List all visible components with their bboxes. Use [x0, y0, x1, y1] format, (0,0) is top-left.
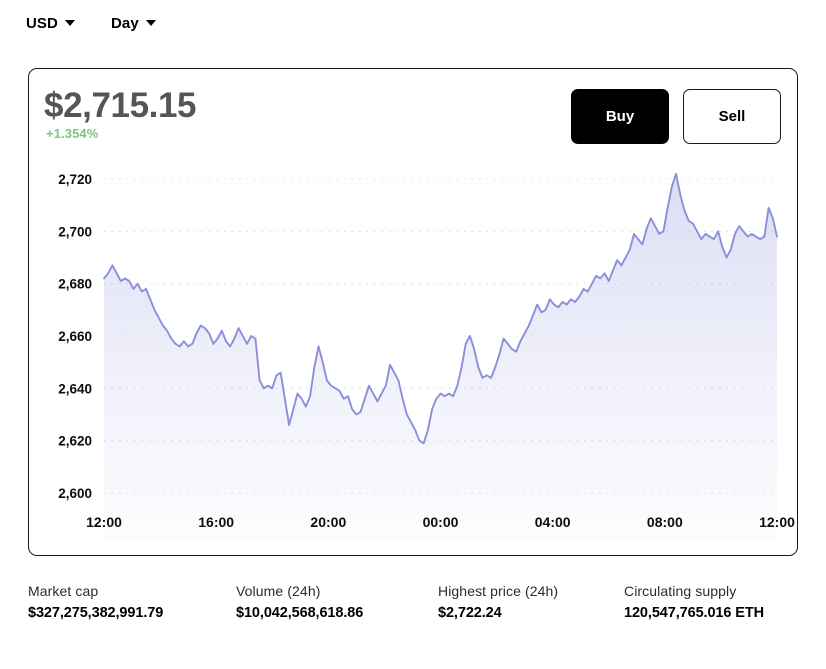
- x-axis-tick-label: 12:00: [759, 514, 795, 530]
- chart-area-fill: [104, 174, 777, 541]
- chevron-down-icon: [146, 20, 156, 26]
- buy-button[interactable]: Buy: [571, 89, 669, 144]
- stat-value: 120,547,765.016 ETH: [624, 605, 798, 621]
- chevron-down-icon: [65, 20, 75, 26]
- chart-y-axis-labels: 2,720 2,700 2,680 2,660 2,640 2,620 2,600: [58, 172, 92, 501]
- stat-label: Highest price (24h): [438, 583, 624, 599]
- y-axis-tick-label: 2,640: [58, 381, 92, 396]
- stat-market-cap: Market cap $327,275,382,991.79: [28, 583, 236, 621]
- trade-actions: Buy Sell: [571, 89, 781, 144]
- market-stats: Market cap $327,275,382,991.79 Volume (2…: [28, 583, 798, 621]
- price-change-percent: +1.354%: [46, 126, 98, 141]
- x-axis-tick-label: 00:00: [423, 514, 459, 530]
- y-axis-tick-label: 2,660: [58, 329, 92, 344]
- stat-value: $10,042,568,618.86: [236, 605, 438, 621]
- y-axis-tick-label: 2,720: [58, 172, 92, 187]
- interval-selector[interactable]: Day: [111, 15, 156, 32]
- x-axis-tick-label: 12:00: [86, 514, 122, 530]
- stat-label: Circulating supply: [624, 583, 798, 599]
- x-axis-tick-label: 04:00: [535, 514, 571, 530]
- stat-value: $327,275,382,991.79: [28, 605, 236, 621]
- current-price: $2,715.15: [44, 86, 196, 126]
- sell-button[interactable]: Sell: [683, 89, 781, 144]
- y-axis-tick-label: 2,700: [58, 224, 92, 239]
- card-header: $2,715.15 +1.354% Buy Sell: [29, 69, 797, 165]
- interval-selector-label: Day: [111, 15, 139, 32]
- stat-label: Volume (24h): [236, 583, 438, 599]
- price-chart-svg[interactable]: 2,720 2,700 2,680 2,660 2,640 2,620 2,600 12:0…: [29, 165, 797, 555]
- y-axis-tick-label: 2,680: [58, 277, 92, 292]
- stat-label: Market cap: [28, 583, 236, 599]
- top-toolbar: USD Day: [0, 0, 826, 46]
- stat-value: $2,722.24: [438, 605, 624, 621]
- currency-selector-label: USD: [26, 15, 58, 32]
- stat-circulating-supply: Circulating supply 120,547,765.016 ETH: [624, 583, 798, 621]
- price-chart-card: $2,715.15 +1.354% Buy Sell 2,720 2,700 2,6…: [28, 68, 798, 556]
- y-axis-tick-label: 2,600: [58, 486, 92, 501]
- stat-highest-price-24h: Highest price (24h) $2,722.24: [438, 583, 624, 621]
- x-axis-tick-label: 16:00: [198, 514, 234, 530]
- currency-selector[interactable]: USD: [26, 15, 75, 32]
- y-axis-tick-label: 2,620: [58, 434, 92, 449]
- x-axis-tick-label: 20:00: [310, 514, 346, 530]
- price-chart[interactable]: 2,720 2,700 2,680 2,660 2,640 2,620 2,600 12:0…: [29, 165, 797, 555]
- stat-volume-24h: Volume (24h) $10,042,568,618.86: [236, 583, 438, 621]
- x-axis-tick-label: 08:00: [647, 514, 683, 530]
